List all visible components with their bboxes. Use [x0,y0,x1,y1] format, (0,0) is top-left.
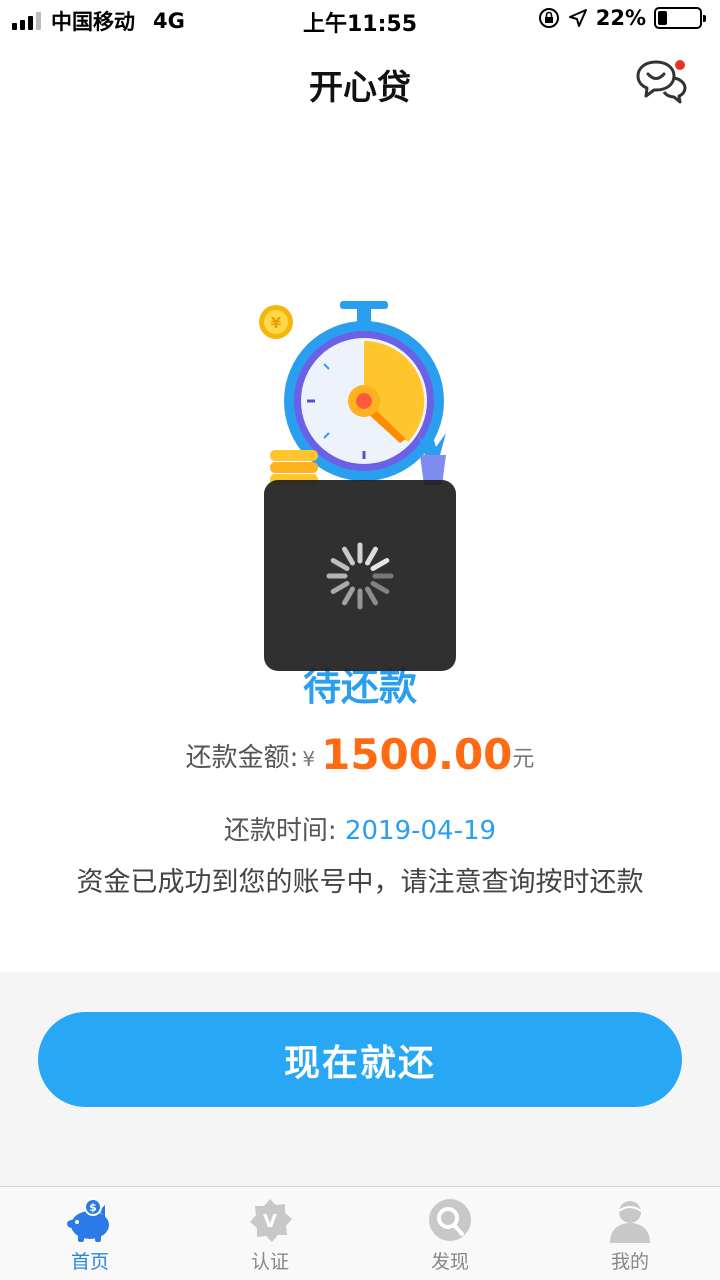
tab-mine[interactable]: 我的 [540,1187,720,1280]
page-title: 开心贷 [309,68,411,108]
amount-row: 还款金额: ¥1500.00元 [0,730,720,779]
loading-spinner-icon [326,542,394,610]
tab-bar: $ 首页 V 认证 发现 我的 [0,1186,720,1280]
tab-label: 首页 [70,1251,109,1273]
stopwatch-illustration: ¥ [259,301,446,485]
chat-bubble-icon[interactable] [634,58,690,104]
tab-label: 发现 [430,1251,469,1273]
piggy-bank-icon: $ [67,1198,109,1242]
tab-home[interactable]: $ 首页 [0,1187,180,1280]
date-row: 还款时间: 2019-04-19 [0,810,720,847]
discover-icon [429,1199,471,1241]
spinner-spoke [342,546,355,566]
status-right: 22% [538,6,706,30]
rotation-lock-icon [538,8,559,28]
svg-text:¥: ¥ [271,314,282,332]
svg-text:$: $ [89,1201,97,1214]
spinner-spoke [330,581,350,594]
tab-verify[interactable]: V 认证 [180,1187,360,1280]
date-label: 还款时间: [223,816,337,846]
user-icon [610,1201,650,1243]
battery-icon [654,7,706,29]
date-value: 2019-04-19 [344,816,497,846]
tab-discover[interactable]: 发现 [360,1187,540,1280]
spinner-spoke [370,581,390,594]
repay-now-button[interactable]: 现在就还 [38,1012,682,1107]
spinner-spoke [365,586,378,606]
spinner-spoke [365,546,378,566]
loading-overlay [264,480,456,671]
battery-percent: 22% [595,6,646,30]
spinner-spoke [342,586,355,606]
verify-badge-icon: V [250,1199,292,1242]
tab-label: 我的 [610,1251,649,1273]
tab-label: 认证 [250,1251,289,1273]
amount-unit: 元 [512,747,535,772]
currency-symbol: ¥ [302,747,316,771]
svg-text:V: V [263,1211,277,1232]
notice-text: 资金已成功到您的账号中，请注意查询按时还款 [76,867,644,898]
location-arrow-icon [568,9,587,27]
status-bar: 中国移动 4G 上午11:55 22% [0,0,720,40]
amount-value: 1500.00 [321,730,513,779]
amount-label: 还款金额: [185,743,299,773]
spinner-spoke [330,558,350,571]
spinner-spoke [370,558,390,571]
